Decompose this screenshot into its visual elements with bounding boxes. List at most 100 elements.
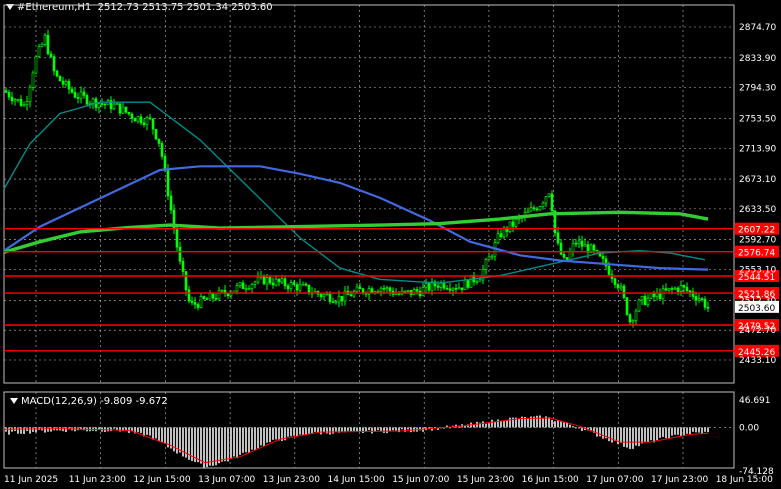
- macd-bar: [323, 427, 325, 433]
- time-tick-label: 11 Jun 2025: [4, 475, 58, 485]
- candle-body: [190, 300, 194, 303]
- candle-body: [238, 282, 242, 286]
- macd-bar: [263, 427, 265, 447]
- candle-body: [91, 98, 95, 104]
- candle-body: [118, 103, 122, 114]
- candle-body: [25, 101, 29, 105]
- macd-bar: [668, 427, 670, 440]
- candle-body: [55, 70, 59, 77]
- candle-body: [52, 56, 56, 72]
- macd-title: MACD(12,26,9) -9.809 -9.672: [10, 396, 168, 407]
- candle-body: [490, 255, 494, 258]
- macd-signal-line: [3, 417, 709, 464]
- candle-body: [706, 307, 710, 309]
- macd-dropdown-icon[interactable]: [10, 398, 18, 404]
- candle-body: [262, 275, 266, 285]
- macd-bar: [332, 427, 334, 434]
- candle-body: [61, 80, 65, 85]
- price-tick-label: 2633.50: [739, 205, 776, 215]
- candle-body: [622, 285, 626, 299]
- macd-bar: [542, 418, 544, 428]
- level-label: 2607.22: [738, 226, 775, 236]
- candle-body: [46, 34, 50, 55]
- macd-bar: [392, 427, 394, 431]
- macd-bar: [602, 427, 604, 439]
- macd-bar: [698, 427, 700, 433]
- macd-bar: [29, 427, 31, 434]
- candle-body: [385, 287, 389, 290]
- macd-bar: [230, 427, 232, 459]
- candle-body: [103, 103, 107, 106]
- candle-body: [100, 103, 104, 105]
- candle-body: [562, 253, 566, 258]
- macd-bar: [626, 427, 628, 448]
- price-tick-label: 2794.30: [739, 84, 776, 94]
- candle-body: [631, 320, 635, 323]
- candle-body: [256, 276, 260, 283]
- macd-bar: [368, 427, 370, 431]
- macd-bar: [665, 427, 667, 439]
- candle-body: [697, 298, 701, 301]
- macd-bar: [671, 427, 673, 436]
- candle-body: [421, 287, 425, 297]
- macd-bar: [608, 427, 610, 442]
- macd-bar: [620, 427, 622, 443]
- price-tick-label: 2833.90: [739, 54, 776, 64]
- time-tick-label: 15 Jun 07:00: [392, 475, 449, 485]
- candle-body: [241, 282, 245, 290]
- candle-body: [496, 233, 500, 244]
- macd-bar: [380, 427, 382, 431]
- time-tick-label: 14 Jun 15:00: [328, 475, 385, 485]
- candle-body: [640, 295, 644, 301]
- price-tick-label: 2673.10: [739, 175, 776, 185]
- macd-bar: [503, 421, 505, 428]
- macd-bar: [695, 427, 697, 433]
- candle-body: [358, 286, 362, 290]
- candle-body: [529, 207, 533, 212]
- macd-bar: [32, 427, 34, 432]
- macd-bar: [599, 427, 601, 437]
- candle-body: [82, 91, 86, 96]
- macd-bar: [113, 427, 115, 429]
- candle-body: [79, 91, 83, 99]
- candle-body: [634, 310, 638, 321]
- candle-body: [544, 196, 548, 204]
- macd-bar: [683, 427, 685, 436]
- macd-bar: [674, 427, 676, 435]
- candle-body: [514, 219, 518, 227]
- level-label: 2576.74: [738, 249, 775, 259]
- macd-bar: [371, 427, 373, 434]
- chart-window[interactable]: #Ethereum,H1 2512.73 2513.75 2501.34 250…: [0, 0, 781, 489]
- candle-body: [13, 99, 17, 102]
- candle-body: [250, 283, 254, 289]
- macd-bar: [581, 427, 583, 431]
- candle-body: [142, 122, 146, 126]
- macd-bar: [572, 426, 574, 428]
- candle-body: [361, 288, 365, 294]
- macd-bar: [161, 427, 163, 443]
- macd-bar: [614, 427, 616, 442]
- macd-bar: [578, 427, 580, 429]
- candle-body: [646, 297, 650, 305]
- macd-bar: [644, 427, 646, 443]
- macd-bar: [356, 427, 358, 432]
- candle-body: [613, 278, 617, 285]
- macd-bar: [275, 427, 277, 440]
- candle-body: [628, 314, 632, 323]
- candle-body: [130, 113, 134, 119]
- candle-body: [166, 169, 170, 197]
- axes: 2874.70 2833.90 2794.30 2753.50 2713.90 2673.…: [4, 23, 779, 485]
- candle-body: [58, 75, 62, 82]
- macd-bar: [149, 427, 151, 436]
- chart-canvas[interactable]: 2607.222576.742544.512521.862479.522445.…: [0, 0, 781, 489]
- candle-body: [148, 117, 152, 120]
- candle-body: [487, 256, 491, 260]
- macd-bar: [326, 427, 328, 434]
- candle-body: [352, 291, 356, 297]
- macd-bar: [611, 427, 613, 443]
- macd-bar: [707, 427, 709, 433]
- macd-bar: [641, 427, 643, 444]
- macd-bar: [500, 421, 502, 428]
- candle-body: [265, 277, 269, 285]
- macd-bar: [155, 427, 157, 439]
